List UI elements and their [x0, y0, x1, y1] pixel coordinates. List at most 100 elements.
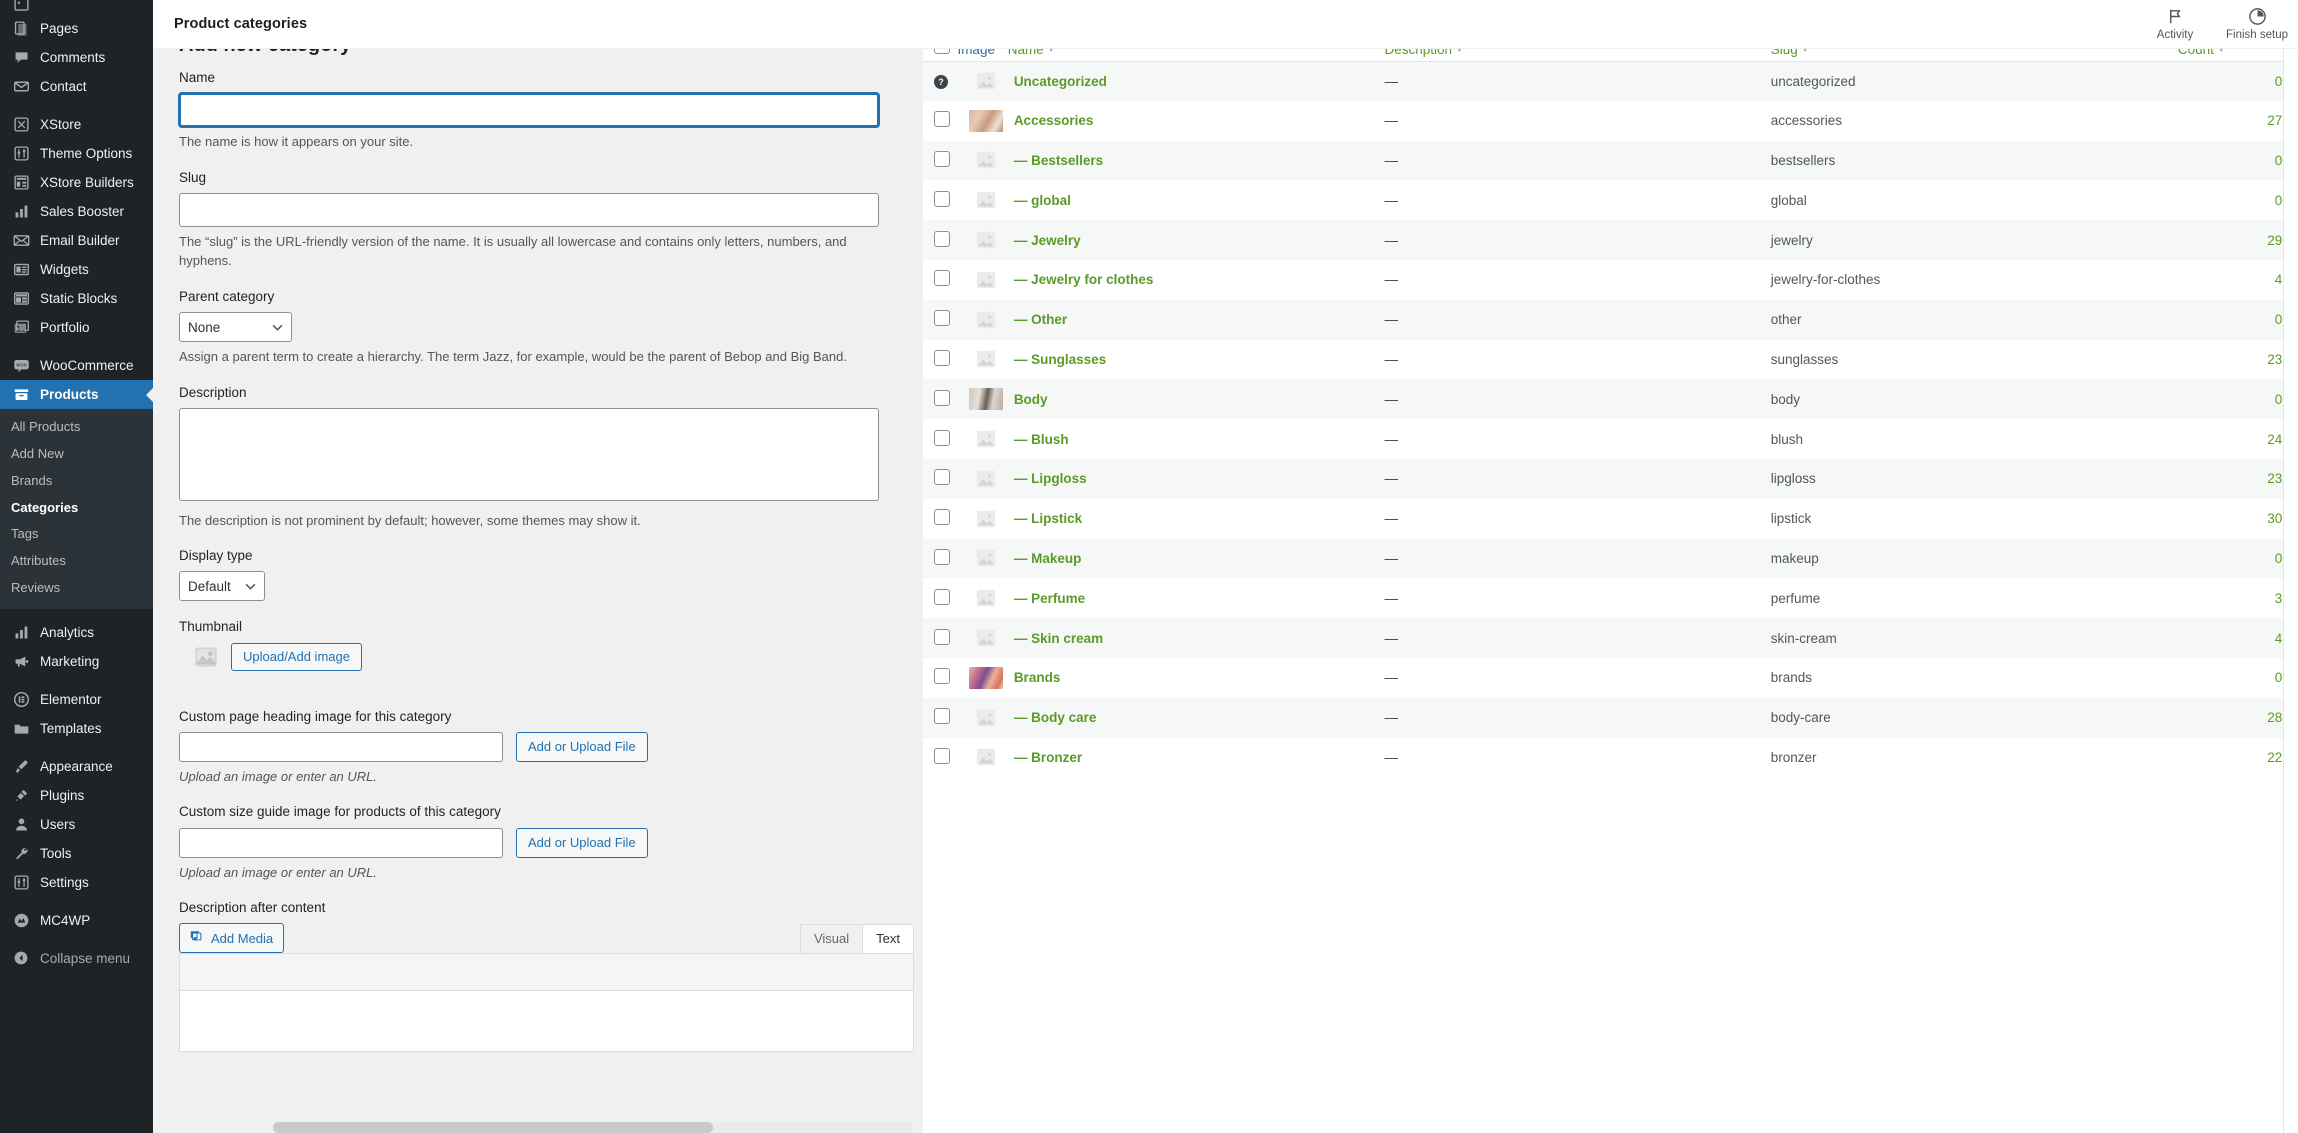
display-type-select[interactable]: Default	[179, 571, 265, 601]
slug-input[interactable]	[179, 193, 879, 227]
table-row[interactable]: — Jewelry—jewelry29	[923, 220, 2298, 260]
page-heading-add-upload-button[interactable]: Add or Upload File	[516, 732, 648, 762]
category-name-link[interactable]: Uncategorized	[1014, 74, 1107, 89]
row-checkbox[interactable]	[934, 111, 950, 127]
sidebar-item-comments[interactable]: Comments	[0, 43, 153, 72]
table-row[interactable]: — Lipstick—lipstick30	[923, 499, 2298, 539]
row-checkbox[interactable]	[934, 350, 950, 366]
row-checkbox[interactable]	[934, 191, 950, 207]
row-count-link[interactable]: 4	[2275, 272, 2283, 287]
sidebar-item-top-partial[interactable]	[0, 0, 153, 14]
sidebar-item-sales-booster[interactable]: Sales Booster	[0, 197, 153, 226]
category-name-link[interactable]: Body	[1014, 392, 1048, 407]
table-row[interactable]: — Skin cream—skin-cream4	[923, 618, 2298, 658]
sidebar-item-xstore-builders[interactable]: XStore Builders	[0, 168, 153, 197]
category-name-link[interactable]: — Body care	[1014, 710, 1097, 725]
table-row[interactable]: — Perfume—perfume3	[923, 578, 2298, 618]
editor-toolbar[interactable]	[180, 954, 913, 991]
category-name-link[interactable]: — global	[1014, 193, 1071, 208]
category-name-link[interactable]: — Lipgloss	[1014, 471, 1087, 486]
sidebar-item-appearance[interactable]: Appearance	[0, 752, 153, 781]
table-row[interactable]: — global—global0	[923, 180, 2298, 220]
sidebar-item-static-blocks[interactable]: Static Blocks	[0, 284, 153, 313]
editor-tab-visual[interactable]: Visual	[800, 924, 863, 953]
submenu-item-tags[interactable]: Tags	[0, 521, 153, 548]
row-count-link[interactable]: 0	[2275, 670, 2283, 685]
row-count-link[interactable]: 0	[2275, 392, 2283, 407]
table-row[interactable]: — Bronzer—bronzer22	[923, 738, 2298, 778]
table-row[interactable]: — Sunglasses—sunglasses23	[923, 340, 2298, 380]
size-guide-add-upload-button[interactable]: Add or Upload File	[516, 828, 648, 858]
sidebar-item-contact[interactable]: Contact	[0, 72, 153, 101]
sidebar-item-elementor[interactable]: Elementor	[0, 685, 153, 714]
row-count-link[interactable]: 0	[2275, 551, 2283, 566]
category-name-link[interactable]: Accessories	[1014, 113, 1094, 128]
row-count-link[interactable]: 27	[2267, 113, 2282, 128]
table-row[interactable]: — Jewelry for clothes—jewelry-for-clothe…	[923, 260, 2298, 300]
sidebar-item-portfolio[interactable]: Portfolio	[0, 313, 153, 342]
row-checkbox[interactable]	[934, 390, 950, 406]
row-checkbox[interactable]	[934, 589, 950, 605]
table-row[interactable]: Brands—brands0	[923, 658, 2298, 698]
submenu-item-all-products[interactable]: All Products	[0, 414, 153, 441]
category-name-link[interactable]: — Jewelry	[1014, 233, 1081, 248]
row-count-link[interactable]: 22	[2267, 750, 2282, 765]
sidebar-item-pages[interactable]: Pages	[0, 14, 153, 43]
submenu-item-attributes[interactable]: Attributes	[0, 548, 153, 575]
size-guide-image-input[interactable]	[179, 828, 503, 858]
submenu-item-categories[interactable]: Categories	[0, 495, 153, 522]
table-row[interactable]: — Makeup—makeup0	[923, 539, 2298, 579]
row-count-link[interactable]: 0	[2275, 312, 2283, 327]
row-count-link[interactable]: 0	[2275, 153, 2283, 168]
upload-add-image-button[interactable]: Upload/Add image	[231, 643, 362, 671]
row-checkbox[interactable]	[934, 310, 950, 326]
row-checkbox[interactable]	[934, 549, 950, 565]
page-heading-image-input[interactable]	[179, 732, 503, 762]
name-input[interactable]	[179, 93, 879, 127]
row-count-link[interactable]: 30	[2267, 511, 2282, 526]
editor-content-area[interactable]	[180, 991, 913, 1051]
row-count-link[interactable]: 0	[2275, 193, 2283, 208]
category-name-link[interactable]: — Bestsellers	[1014, 153, 1103, 168]
category-name-link[interactable]: — Bronzer	[1014, 750, 1082, 765]
sidebar-item-settings[interactable]: Settings	[0, 868, 153, 897]
add-media-button[interactable]: Add Media	[179, 923, 284, 953]
category-name-link[interactable]: — Perfume	[1014, 591, 1085, 606]
table-row[interactable]: — Body care—body-care28	[923, 698, 2298, 738]
sidebar-item-widgets[interactable]: Widgets	[0, 255, 153, 284]
row-count-link[interactable]: 0	[2275, 74, 2283, 89]
table-row[interactable]: — Lipgloss—lipgloss23	[923, 459, 2298, 499]
sidebar-item-email-builder[interactable]: Email Builder	[0, 226, 153, 255]
sidebar-item-tools[interactable]: Tools	[0, 839, 153, 868]
editor-tab-text[interactable]: Text	[862, 924, 914, 953]
submenu-item-brands[interactable]: Brands	[0, 468, 153, 495]
sidebar-item-xstore[interactable]: XStore	[0, 110, 153, 139]
category-name-link[interactable]: — Makeup	[1014, 551, 1082, 566]
horizontal-scrollbar[interactable]	[273, 1122, 913, 1133]
row-count-link[interactable]: 28	[2267, 710, 2282, 725]
category-name-link[interactable]: — Other	[1014, 312, 1067, 327]
row-count-link[interactable]: 23	[2267, 471, 2282, 486]
row-count-link[interactable]: 29	[2267, 233, 2282, 248]
row-checkbox[interactable]	[934, 270, 950, 286]
sidebar-item-users[interactable]: Users	[0, 810, 153, 839]
table-row[interactable]: — Bestsellers—bestsellers0	[923, 141, 2298, 181]
row-checkbox[interactable]	[934, 748, 950, 764]
horizontal-scrollbar-thumb[interactable]	[273, 1122, 713, 1133]
category-name-link[interactable]: — Jewelry for clothes	[1014, 272, 1154, 287]
help-icon[interactable]: ?	[934, 75, 948, 89]
header-action-activity[interactable]: Activity	[2134, 0, 2216, 49]
table-row[interactable]: — Other—other0	[923, 300, 2298, 340]
collapse-menu-button[interactable]: Collapse menu	[0, 944, 153, 973]
category-name-link[interactable]: — Skin cream	[1014, 631, 1103, 646]
category-name-link[interactable]: — Sunglasses	[1014, 352, 1106, 367]
sidebar-item-plugins[interactable]: Plugins	[0, 781, 153, 810]
sidebar-item-mc4wp[interactable]: MC4WP	[0, 906, 153, 935]
row-checkbox[interactable]	[934, 151, 950, 167]
table-row[interactable]: Body—body0	[923, 379, 2298, 419]
parent-category-select[interactable]: None	[179, 312, 292, 342]
row-count-link[interactable]: 3	[2275, 591, 2283, 606]
sidebar-item-marketing[interactable]: Marketing	[0, 647, 153, 676]
row-checkbox[interactable]	[934, 509, 950, 525]
sidebar-item-products[interactable]: Products	[0, 380, 153, 409]
